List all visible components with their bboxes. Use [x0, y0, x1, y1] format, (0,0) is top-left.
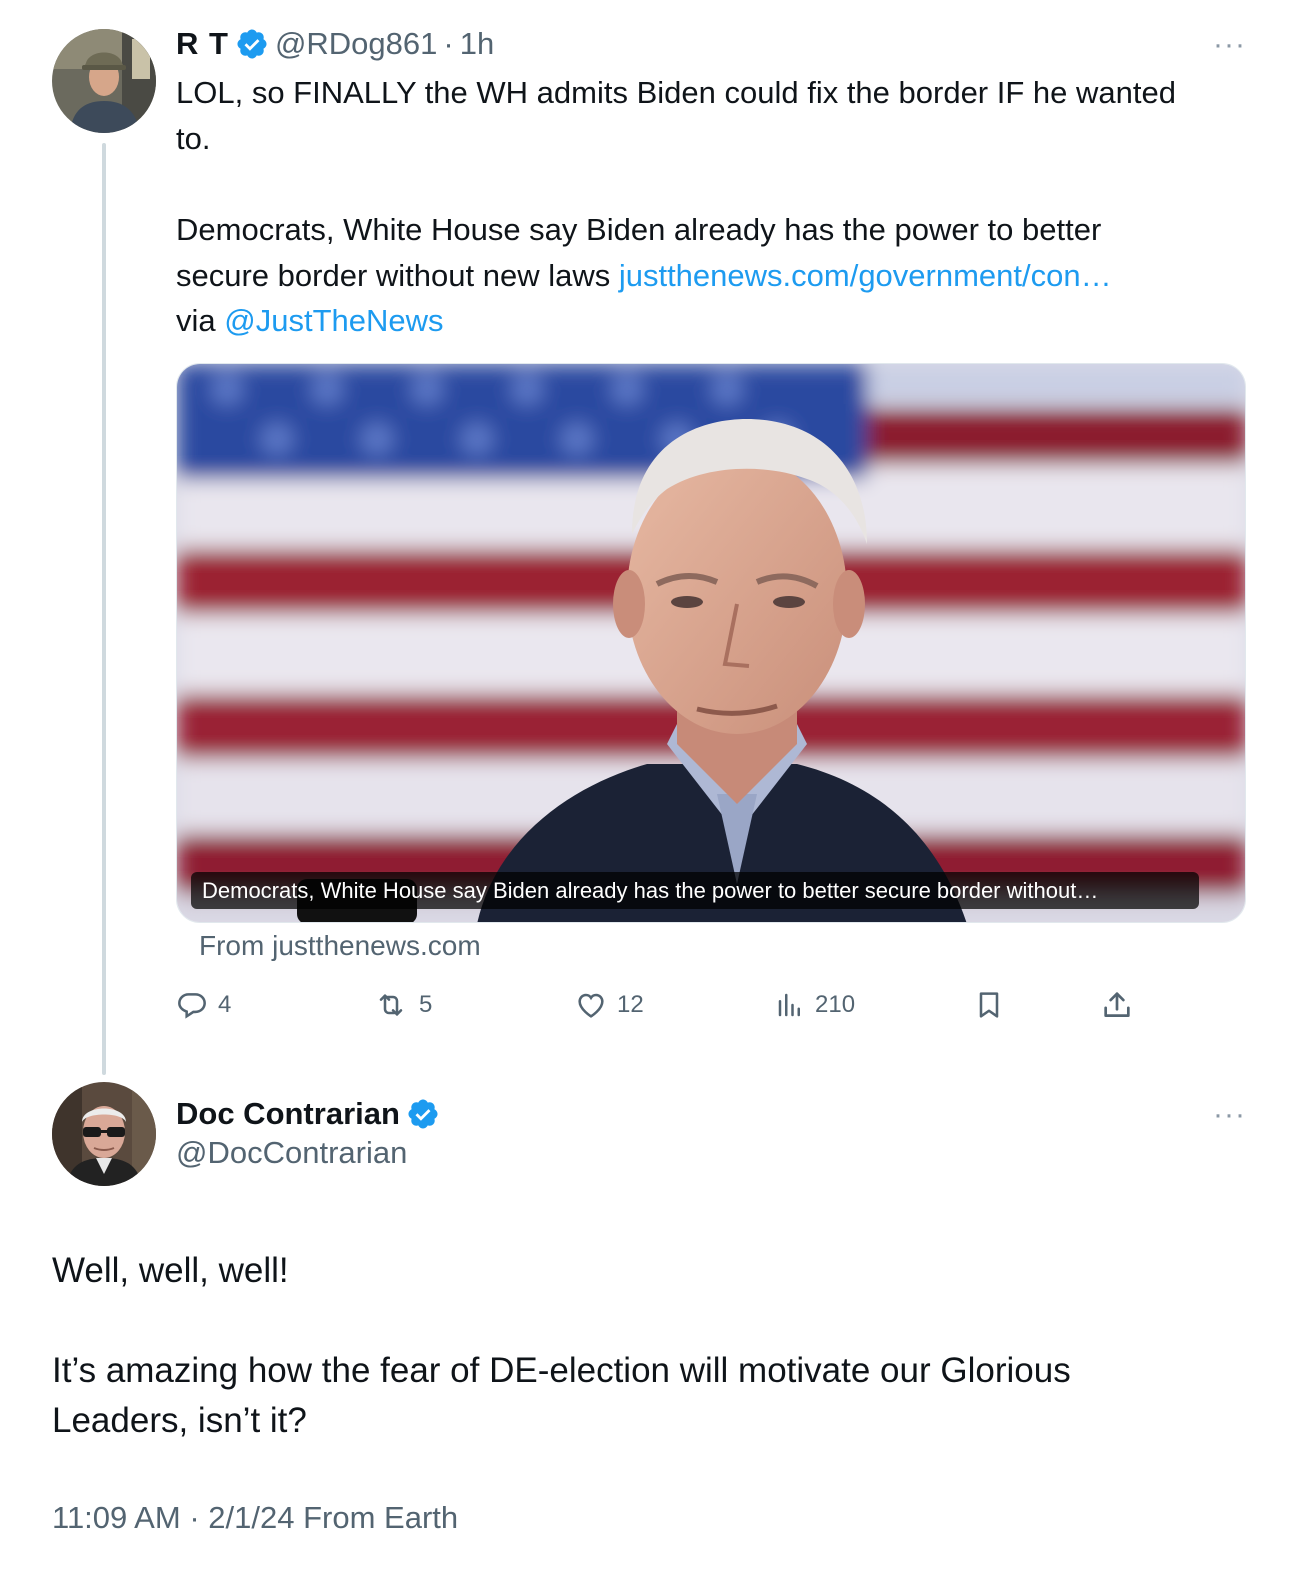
tweet1-text-fragment: via [176, 303, 225, 338]
views-icon [775, 989, 805, 1021]
tweet2-text-line: It’s amazing how the fear of DE-election… [52, 1351, 1071, 1390]
article-link[interactable]: justthenews.com/government/con… [619, 258, 1112, 293]
tweet1-text-line: to. [176, 121, 211, 156]
bookmark-icon [973, 988, 1005, 1022]
tweet1-text-line: secure border without new laws justthene… [176, 253, 1261, 299]
tweet1-handle[interactable]: @RDog861 [275, 26, 437, 62]
views-button[interactable]: 210 [775, 985, 855, 1025]
tweet2-time[interactable]: 11:09 AM [52, 1500, 181, 1535]
tweet1-display-name[interactable]: R T [176, 26, 229, 62]
reply-button[interactable]: 4 [176, 985, 231, 1025]
rdog861-avatar[interactable] [52, 29, 156, 133]
tweet1-text-fragment: secure border without new laws [176, 258, 619, 293]
separator-dot: · [443, 26, 454, 61]
more-options-icon[interactable]: ··· [1213, 1100, 1246, 1130]
reply-icon [176, 989, 208, 1021]
tweet2-timestamp-row: 11:09 AM · 2/1/24 From Earth [52, 1500, 458, 1536]
tweet2-text-line: Leaders, isn’t it? [52, 1401, 307, 1440]
more-options-icon[interactable]: ··· [1213, 30, 1246, 60]
like-button[interactable]: 12 [575, 985, 644, 1025]
retweet-button[interactable]: 5 [373, 985, 432, 1025]
tweet2-text-line: Well, well, well! [52, 1251, 289, 1290]
mention-link[interactable]: @JustTheNews [224, 303, 443, 338]
verified-badge-icon[interactable] [406, 1097, 440, 1131]
tweet2-name-row: Doc Contrarian [176, 1093, 446, 1135]
tweet1-header: R T @RDog861 · 1h [176, 22, 494, 66]
tweet1-text-line: LOL, so FINALLY the WH admits Biden coul… [176, 75, 1176, 110]
thread-connector-line [102, 143, 106, 1075]
retweet-icon [373, 989, 409, 1021]
separator-dot: · [189, 1500, 200, 1535]
link-card[interactable] [176, 363, 1246, 923]
views-count: 210 [815, 991, 856, 1018]
like-count: 12 [617, 991, 644, 1018]
like-icon [575, 989, 607, 1021]
doccontrarian-avatar[interactable] [52, 1082, 156, 1186]
tweet2-date[interactable]: 2/1/24 [208, 1500, 294, 1535]
retweet-count: 5 [419, 991, 433, 1018]
tweet1-text-line: via @JustTheNews [176, 298, 1261, 344]
verified-badge-icon[interactable] [235, 27, 269, 61]
tweet2-handle[interactable]: @DocContrarian [176, 1135, 407, 1171]
share-icon [1100, 988, 1134, 1022]
tweet1-text-line: Democrats, White House say Biden already… [176, 212, 1102, 247]
card-title-caption[interactable]: Democrats, White House say Biden already… [191, 872, 1199, 909]
bookmark-button[interactable] [973, 985, 1005, 1025]
tweet2-display-name[interactable]: Doc Contrarian [176, 1096, 400, 1132]
tweet2-source: From Earth [303, 1500, 459, 1535]
share-button[interactable] [1100, 985, 1134, 1025]
tweet1-timestamp[interactable]: 1h [460, 26, 494, 62]
card-source-domain[interactable]: From justthenews.com [199, 930, 481, 962]
reply-count: 4 [218, 991, 232, 1018]
card-news-photo [177, 364, 1245, 922]
